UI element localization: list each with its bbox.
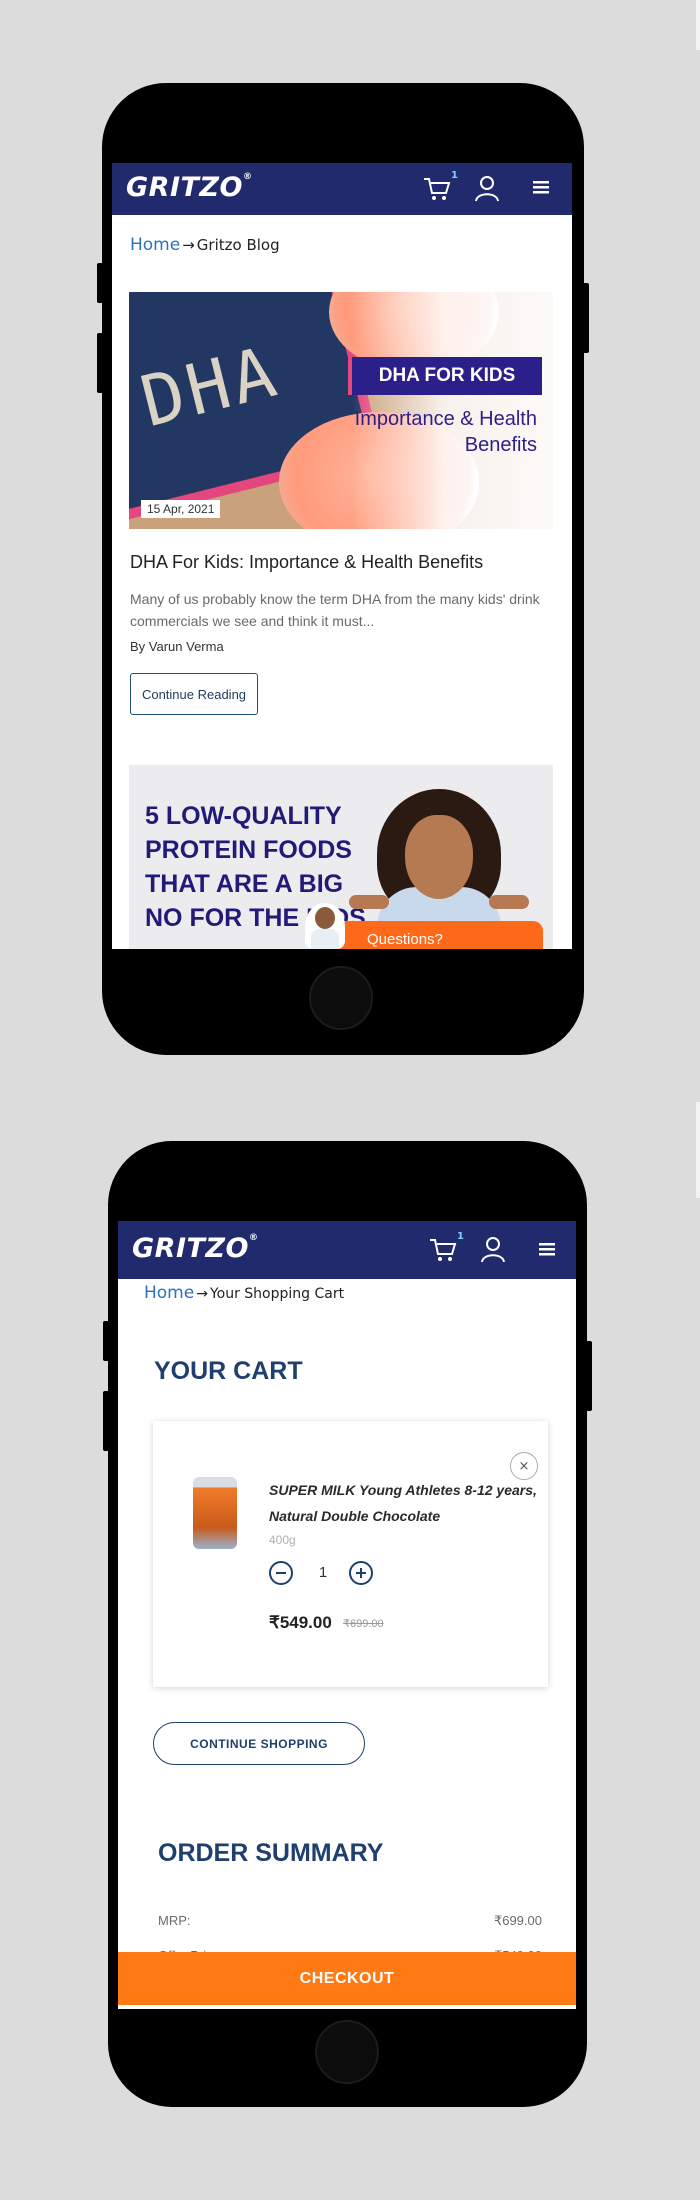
remove-item-button[interactable]: × (510, 1452, 538, 1480)
phone-screen: GRITZO® 1 Home → Gritzo Blog DHA DHA FOR… (112, 163, 572, 949)
hamburger-menu-icon (533, 181, 549, 194)
app-header: GRITZO® 1 (112, 163, 572, 215)
right-edge-strip (696, 1102, 700, 1198)
logo-registered-mark: ® (248, 1233, 259, 1243)
quantity-decrease-button[interactable] (269, 1561, 293, 1585)
right-edge-strip (696, 0, 700, 50)
continue-shopping-button[interactable]: CONTINUE SHOPPING (153, 1722, 365, 1765)
girl-illustration-arm (349, 895, 389, 909)
app-header: GRITZO® 1 (118, 1221, 576, 1279)
summary-label: MRP: (158, 1913, 191, 1928)
phone-side-button (97, 263, 103, 303)
brand-logo[interactable]: GRITZO® (132, 1233, 258, 1264)
cart-icon-button[interactable]: 1 (422, 170, 458, 207)
product-thumbnail[interactable] (193, 1477, 237, 1549)
checkout-button[interactable]: CHECKOUT (118, 1952, 576, 2005)
phone-mockup-cart: GRITZO® 1 Home → Your Shopping Cart YOUR… (103, 1141, 592, 2107)
breadcrumb-home-link[interactable]: Home (130, 235, 180, 255)
minus-icon (276, 1572, 286, 1574)
cart-count-badge: 1 (451, 170, 458, 181)
support-avatar (305, 903, 345, 949)
breadcrumb-separator: → (182, 236, 195, 254)
blog-post-hero-image[interactable]: DHA DHA FOR KIDS Importance & Health Ben… (129, 292, 553, 529)
shopping-cart-icon (424, 178, 451, 200)
post-date-badge: 15 Apr, 2021 (141, 500, 221, 518)
phone-home-button (315, 2020, 379, 2084)
menu-icon-button[interactable] (538, 1241, 556, 1261)
plus-icon (356, 1568, 366, 1578)
account-icon-button[interactable] (480, 1236, 506, 1268)
order-summary-title: ORDER SUMMARY (158, 1839, 384, 1867)
user-icon (475, 176, 499, 202)
phone-side-button (97, 333, 103, 393)
phone-screen: GRITZO® 1 Home → Your Shopping Cart YOUR… (118, 1221, 576, 2009)
product-mrp-strikethrough: ₹699.00 (343, 1618, 384, 1630)
continue-reading-button[interactable]: Continue Reading (130, 673, 258, 715)
breadcrumb-separator: → (196, 1286, 208, 1302)
breadcrumb: Home → Gritzo Blog (130, 235, 280, 255)
user-icon (481, 1237, 505, 1263)
phone-side-button (103, 1321, 109, 1361)
menu-icon-button[interactable] (532, 179, 550, 199)
cart-count-badge: 1 (457, 1231, 464, 1242)
girl-illustration-arm (489, 895, 529, 909)
product-price: ₹549.00 (269, 1613, 332, 1632)
cart-item-card: × SUPER MILK Young Athletes 8-12 years, … (153, 1421, 548, 1687)
brand-logo[interactable]: GRITZO® (126, 172, 252, 203)
hero-banner-subtitle: Importance & Health Benefits (354, 408, 537, 456)
summary-value: ₹699.00 (493, 1913, 542, 1928)
breadcrumb-current: Gritzo Blog (196, 236, 280, 254)
cart-icon-button[interactable]: 1 (428, 1231, 464, 1268)
phone-side-button (583, 283, 589, 353)
next-post-card[interactable]: 5 LOW-QUALITY PROTEIN FOODS THAT ARE A B… (129, 765, 553, 949)
logo-text: GRITZO (132, 1233, 249, 1264)
summary-row-mrp: MRP: ₹699.00 (158, 1913, 542, 1929)
account-icon-button[interactable] (474, 175, 500, 207)
questions-label: Questions? (367, 931, 443, 948)
breadcrumb-home-link[interactable]: Home (144, 1283, 194, 1303)
chalkboard-text: DHA (133, 330, 288, 444)
hamburger-menu-icon (539, 1243, 555, 1256)
logo-text: GRITZO (126, 172, 243, 203)
phone-mockup-blog: GRITZO® 1 Home → Gritzo Blog DHA DHA FOR… (97, 83, 589, 1055)
cart-title: YOUR CART (154, 1357, 303, 1385)
post-author: By Varun Verma (130, 639, 224, 654)
phone-home-button (309, 966, 373, 1030)
quantity-increase-button[interactable] (349, 1561, 373, 1585)
quantity-value[interactable]: 1 (313, 1564, 333, 1581)
phone-side-button (586, 1341, 592, 1411)
shopping-cart-icon (430, 1239, 457, 1261)
logo-registered-mark: ® (242, 172, 253, 182)
post-excerpt: Many of us probably know the term DHA fr… (130, 591, 540, 629)
breadcrumb-current: Your Shopping Cart (209, 1286, 345, 1302)
questions-chat-widget[interactable]: Questions? (305, 903, 543, 949)
hero-banner-title: DHA FOR KIDS (348, 357, 542, 395)
product-name[interactable]: SUPER MILK Young Athletes 8-12 years, Na… (269, 1477, 545, 1529)
phone-side-button (103, 1391, 109, 1451)
post-title[interactable]: DHA For Kids: Importance & Health Benefi… (130, 552, 560, 573)
girl-illustration-face (405, 815, 473, 899)
next-post-title: 5 LOW-QUALITY PROTEIN FOODS THAT ARE A B… (145, 802, 366, 932)
breadcrumb: Home → Your Shopping Cart (144, 1283, 344, 1303)
product-weight: 400g (269, 1533, 296, 1547)
